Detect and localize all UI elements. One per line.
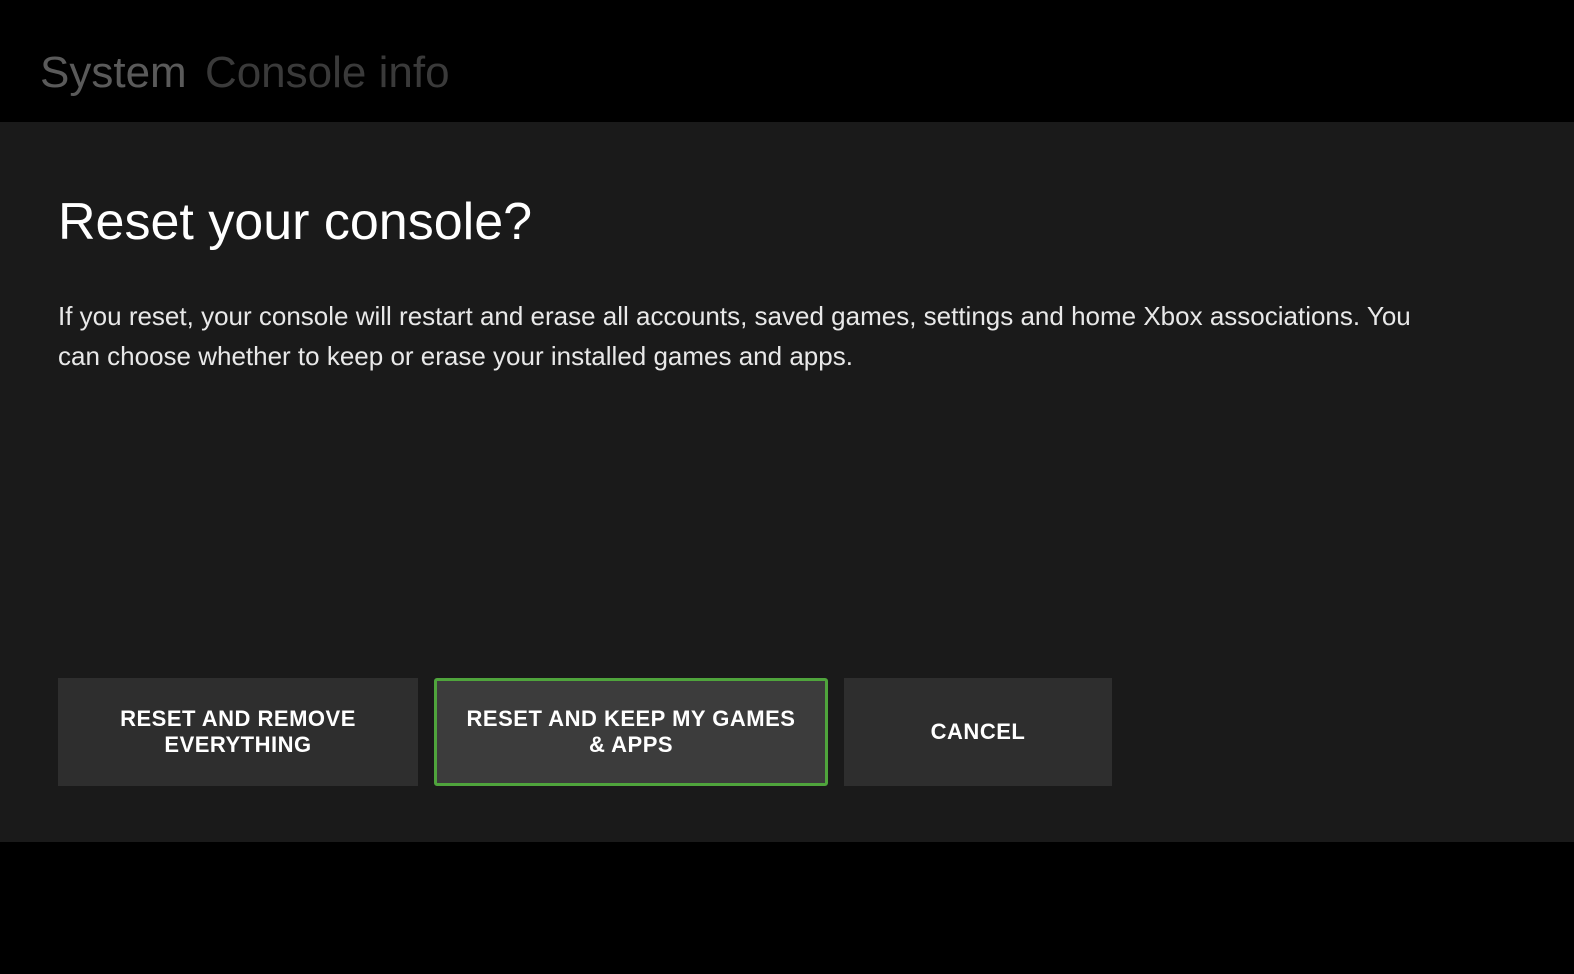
content-area: Reset your console? If you reset, your c… bbox=[0, 122, 1574, 842]
bottom-strip bbox=[0, 842, 1574, 974]
breadcrumb-main: System bbox=[40, 48, 187, 97]
breadcrumb-sub: Console info bbox=[205, 48, 450, 97]
reset-remove-everything-button[interactable]: RESET AND REMOVE EVERYTHING bbox=[58, 678, 418, 786]
cancel-button[interactable]: CANCEL bbox=[844, 678, 1112, 786]
breadcrumb: System Console info bbox=[40, 48, 1534, 98]
page-title: Reset your console? bbox=[58, 192, 1516, 252]
button-row: RESET AND REMOVE EVERYTHING RESET AND KE… bbox=[58, 678, 1112, 786]
description-text: If you reset, your console will restart … bbox=[58, 296, 1458, 377]
header: System Console info bbox=[0, 0, 1574, 122]
reset-keep-games-apps-button[interactable]: RESET AND KEEP MY GAMES & APPS bbox=[434, 678, 828, 786]
